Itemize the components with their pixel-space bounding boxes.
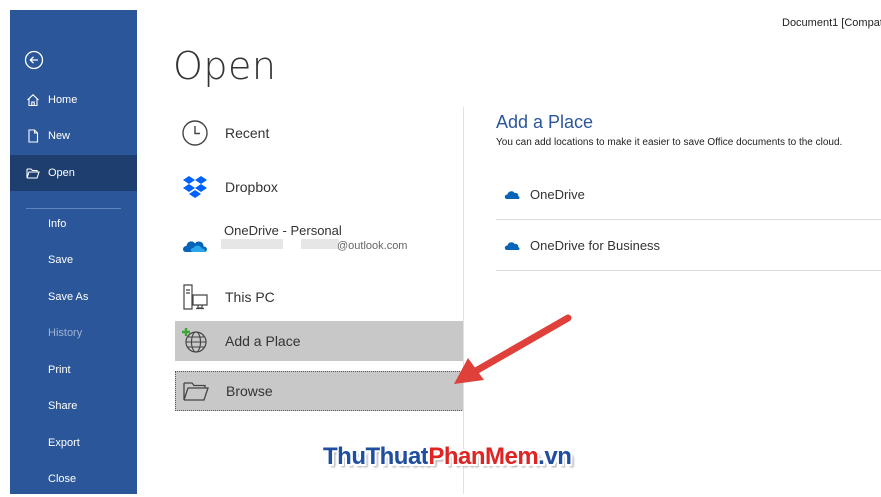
location-add-a-place-label: Add a Place [225,333,301,349]
location-dropbox[interactable]: Dropbox [175,167,464,207]
nav-export-label: Export [48,437,80,449]
location-this-pc-label: This PC [225,289,275,305]
folder-icon [183,382,209,401]
watermark-part-3: .vn [538,443,572,470]
clock-icon [182,120,208,146]
nav-save-as[interactable]: Save As [10,279,137,315]
nav-home-label: Home [48,94,78,106]
location-dropbox-label: Dropbox [225,179,278,195]
nav-close[interactable]: Close [10,461,137,497]
redacted-email-part [221,239,283,249]
location-browse-label: Browse [226,383,273,399]
location-onedrive-personal[interactable]: OneDrive - Personal @outlook.com [175,223,464,265]
window-title: Document1 [Compat [782,17,881,29]
nav-save-label: Save [48,254,74,266]
add-place-title: Add a Place [496,112,594,132]
nav-save-as-label: Save As [48,291,89,303]
location-onedrive-email: @outlook.com [337,240,408,252]
nav-info-label: Info [48,218,67,230]
open-folder-icon [26,168,40,179]
location-this-pc[interactable]: This PC [175,277,464,317]
onedrive-cloud-icon [504,242,520,250]
panel-divider [463,107,464,494]
sidebar: Home New Open Info Save Save As History … [10,10,137,494]
home-icon [27,94,39,107]
nav-print-label: Print [48,364,71,376]
nav-home[interactable]: Home [10,82,137,118]
nav-open[interactable]: Open [10,155,137,191]
nav-share-label: Share [48,400,78,412]
add-place-onedrive[interactable]: OneDrive [496,169,881,220]
nav-history-label: History [48,327,83,339]
add-place-onedrive-business[interactable]: OneDrive for Business [496,220,881,271]
nav-info[interactable]: Info [10,206,137,242]
nav-history: History [10,315,137,351]
location-recent-label: Recent [225,125,270,141]
nav-new[interactable]: New [10,118,137,154]
nav-open-label: Open [48,167,75,179]
add-place-onedrive-label: OneDrive [530,186,585,202]
location-onedrive-label: OneDrive - Personal [224,223,342,238]
watermark-part-1: ThuThuat [323,443,429,470]
location-browse[interactable]: Browse [175,371,464,411]
watermark-part-2: PhanMem [428,443,539,470]
watermark-logo: ThuThuatPhanMem.vn [323,443,572,471]
nav-save[interactable]: Save [10,242,137,278]
globe-add-icon [182,328,207,353]
nav-new-label: New [48,130,71,142]
location-add-a-place[interactable]: Add a Place [175,321,464,361]
nav-print[interactable]: Print [10,352,137,388]
location-recent[interactable]: Recent [175,113,464,153]
annotation-arrow [454,314,572,384]
nav-share[interactable]: Share [10,388,137,424]
onedrive-icon [183,241,207,252]
add-place-onedrive-business-label: OneDrive for Business [530,237,661,253]
onedrive-cloud-icon [504,191,520,199]
pc-icon [183,284,208,310]
page-title: Open [173,44,277,88]
redacted-email-part [301,239,339,249]
back-arrow-icon[interactable] [24,50,44,70]
new-document-icon [28,129,39,143]
dropbox-icon [183,176,207,198]
nav-export[interactable]: Export [10,425,137,461]
nav-close-label: Close [48,473,77,485]
add-place-description: You can add locations to make it easier … [496,137,843,148]
